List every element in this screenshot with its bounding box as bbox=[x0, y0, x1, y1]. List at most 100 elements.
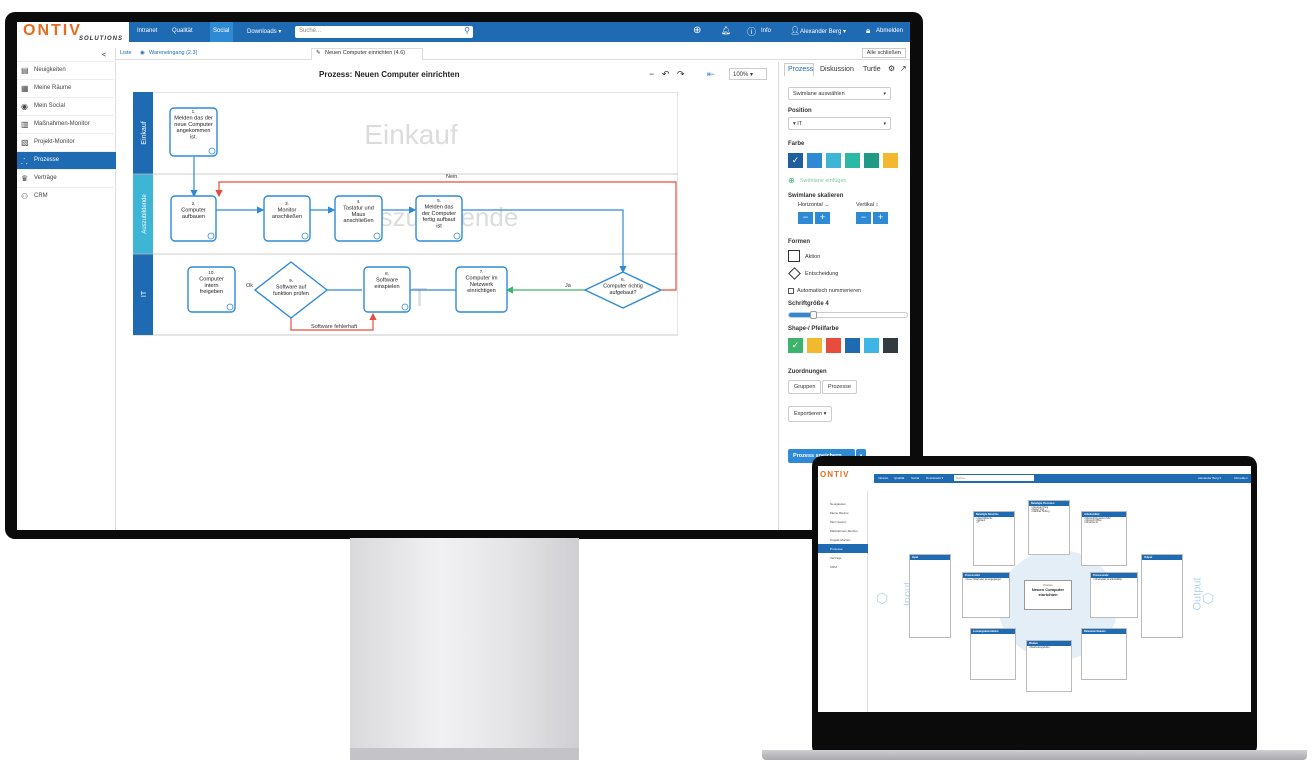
info-icon[interactable]: ⓘ bbox=[747, 25, 756, 38]
add-swimlane-icon[interactable]: ⊕ bbox=[788, 176, 795, 185]
vertical-minus-button[interactable]: − bbox=[856, 212, 871, 224]
sidebar-item-projekt[interactable]: ▧ Projekt-Monitor bbox=[17, 133, 116, 151]
swimlane-color-swatch[interactable] bbox=[864, 153, 879, 168]
bell-icon[interactable]: 🔔︎ bbox=[721, 26, 731, 35]
action-shape-icon[interactable] bbox=[788, 250, 800, 262]
external-link-icon[interactable]: ↗ bbox=[900, 64, 907, 73]
card-leistungskennzahlen[interactable]: Leistungskennzahlen bbox=[970, 628, 1016, 680]
card-prozessende[interactable]: Prozessende • Arbeitsplatz ist arbeitsfäh… bbox=[1090, 572, 1138, 618]
add-swimlane-link[interactable]: Swimlane einfügen bbox=[800, 178, 846, 184]
sidebar-item-mein-social[interactable]: ◉ Mein Social bbox=[17, 97, 116, 115]
shape-color-swatch[interactable]: ✓ bbox=[788, 338, 803, 353]
user-menu[interactable]: Alexander Berg ▾ bbox=[800, 28, 846, 35]
auto-number-checkbox[interactable] bbox=[788, 288, 794, 294]
laptop-sidebar-item[interactable]: Neuigkeiten bbox=[818, 499, 868, 508]
card-output[interactable]: Output bbox=[1141, 554, 1183, 638]
card-arbeitsmittel[interactable]: Arbeitsmittel • Microsoft Dynamics NAV • … bbox=[1081, 511, 1127, 566]
node-7[interactable]: 7. Computer im Netzwerk einrichtigen bbox=[455, 266, 508, 313]
search-icon[interactable]: ⚲ bbox=[464, 26, 470, 35]
laptop-logo[interactable]: ONTIV bbox=[818, 470, 874, 486]
node-label-line: Software auf bbox=[276, 284, 307, 290]
card-input[interactable]: Input bbox=[909, 554, 951, 638]
search-input[interactable]: Suche... ⚲ bbox=[295, 26, 473, 38]
card-relevante-dateien[interactable]: Relevante Dateien bbox=[1081, 628, 1127, 680]
sidebar-item-crm[interactable]: ⚇ CRM bbox=[17, 187, 116, 205]
font-size-slider[interactable] bbox=[788, 311, 908, 319]
logo[interactable]: ONTIV SOLUTIONS bbox=[17, 22, 129, 48]
fit-icon[interactable]: ⇤ bbox=[707, 69, 715, 80]
shape-color-swatch[interactable] bbox=[845, 338, 860, 353]
close-all-button[interactable]: Alle schließen bbox=[861, 48, 906, 58]
nav-intranet[interactable]: Intranet bbox=[137, 28, 157, 34]
sidebar-item-meine-raeume[interactable]: ▦ Meine Räume bbox=[17, 79, 116, 97]
laptop-sidebar-item[interactable]: Maßnahmen-Monitor bbox=[818, 526, 868, 535]
add-icon[interactable]: ⊕ bbox=[693, 25, 701, 36]
node-5[interactable]: 5. Melden das der Computer fertig aufbaut is… bbox=[415, 195, 463, 242]
sidebar-item-massnahmen[interactable]: ▥ Maßnahmen-Monitor bbox=[17, 115, 116, 133]
laptop-nav-downloads[interactable]: Downloads ▾ bbox=[926, 476, 943, 480]
tab-diskussion[interactable]: Diskussion bbox=[820, 66, 854, 73]
redo-icon[interactable]: ↷ bbox=[677, 69, 685, 80]
tab-liste[interactable]: Liste bbox=[120, 50, 132, 56]
node-8[interactable]: 8. Software einspielen bbox=[363, 266, 411, 313]
card-title: Leistungskennzahlen bbox=[971, 629, 1015, 634]
card-risiken[interactable]: Risiken • Bearbeitungsfehler bbox=[1026, 640, 1072, 692]
tab-turtle[interactable]: Turtle bbox=[863, 66, 881, 73]
swimlane-color-swatch[interactable]: ✓ bbox=[788, 153, 803, 168]
prozesse-button[interactable]: Prozesse bbox=[822, 380, 857, 394]
laptop-search-input[interactable]: Suche... bbox=[954, 475, 1034, 481]
swimlane-color-swatch[interactable] bbox=[883, 153, 898, 168]
tab-neuen-computer[interactable]: Neuen Computer einrichten (4.6) bbox=[325, 50, 405, 56]
vertical-plus-button[interactable]: + bbox=[873, 212, 888, 224]
node-3[interactable]: 3. Monitor anschließen bbox=[263, 195, 311, 242]
minus-icon[interactable]: − bbox=[649, 69, 654, 79]
nav-social[interactable]: Social bbox=[213, 28, 229, 34]
card-beteiligte-personen[interactable]: Beteiligte Personen • Alexander Berg • Da… bbox=[1028, 500, 1070, 555]
swimlane-color-swatch[interactable] bbox=[845, 153, 860, 168]
tab-bar: Liste ◉ Wareneingang (2.3) ✎ Neuen Compu… bbox=[116, 48, 910, 60]
collapse-sidebar-icon[interactable]: < bbox=[102, 52, 106, 59]
shape-color-swatch[interactable] bbox=[807, 338, 822, 353]
card-process-center[interactable]: Prozess Neuen Computer einrichten bbox=[1024, 580, 1072, 610]
laptop-sidebar-item[interactable]: Meine Räume bbox=[818, 508, 868, 517]
laptop-nav-intranet[interactable]: Intranet bbox=[878, 476, 888, 480]
shape-color-swatch[interactable] bbox=[826, 338, 841, 353]
card-prozessstart[interactable]: Prozessstart • Neuer Mitarbeiter ist eing… bbox=[962, 572, 1010, 618]
laptop-sidebar-item[interactable]: Prozesse bbox=[818, 544, 868, 553]
undo-icon[interactable]: ↶ bbox=[662, 69, 670, 80]
sidebar-item-neuigkeiten[interactable]: ▤ Neuigkeiten bbox=[17, 61, 116, 79]
position-select[interactable]: ▾ IT ▾ bbox=[788, 117, 891, 130]
decision-shape-icon[interactable] bbox=[788, 267, 801, 280]
shape-color-swatch[interactable] bbox=[864, 338, 879, 353]
laptop-logout-link[interactable]: Abmelden bbox=[1234, 476, 1248, 480]
font-size-slider-handle[interactable] bbox=[809, 311, 817, 319]
tab-prozess[interactable]: Prozess bbox=[788, 66, 813, 73]
zoom-select[interactable]: 100% ▾ bbox=[729, 68, 767, 80]
horizontal-plus-button[interactable]: + bbox=[815, 212, 830, 224]
laptop-sidebar-item[interactable]: Projekt-Monitor bbox=[818, 535, 868, 544]
laptop-sidebar-item[interactable]: Mein Social bbox=[818, 517, 868, 526]
nav-downloads[interactable]: Downloads ▾ bbox=[247, 28, 281, 35]
sidebar-item-vertraege[interactable]: ♛ Verträge bbox=[17, 169, 116, 187]
laptop-nav-social[interactable]: Social bbox=[911, 476, 919, 480]
gruppen-button[interactable]: Gruppen bbox=[788, 380, 822, 394]
swimlane-color-swatch[interactable] bbox=[807, 153, 822, 168]
shape-color-swatch[interactable] bbox=[883, 338, 898, 353]
gear-icon[interactable]: ⚙ bbox=[888, 64, 895, 73]
sidebar-item-prozesse[interactable]: ⸫ Prozesse bbox=[17, 151, 116, 169]
info-link[interactable]: Info bbox=[761, 28, 771, 34]
export-button[interactable]: Exportieren ▾ bbox=[788, 406, 833, 422]
laptop-user-menu[interactable]: Alexander Berg ▾ bbox=[1198, 476, 1221, 480]
laptop-nav-qualitaet[interactable]: Qualität bbox=[894, 476, 904, 480]
logout-link[interactable]: Abmelden bbox=[876, 28, 903, 34]
horizontal-minus-button[interactable]: − bbox=[798, 212, 813, 224]
swimlane-color-swatch[interactable] bbox=[826, 153, 841, 168]
laptop-sidebar-item[interactable]: Verträge bbox=[818, 553, 868, 562]
swimlane-select[interactable]: Swimlane auswählen ▾ bbox=[788, 87, 891, 100]
node-label-line: neue Computer bbox=[174, 122, 213, 128]
node-2[interactable]: 2. Computer aufbauen bbox=[170, 195, 217, 242]
laptop-sidebar-item[interactable]: CRM bbox=[818, 562, 868, 571]
card-beteiligte-bereiche[interactable]: Beteiligte Bereiche • Auszubildende • Ein… bbox=[973, 511, 1015, 566]
nav-qualitaet[interactable]: Qualität bbox=[172, 28, 193, 34]
tab-wareneingang[interactable]: Wareneingang (2.3) bbox=[149, 50, 197, 56]
